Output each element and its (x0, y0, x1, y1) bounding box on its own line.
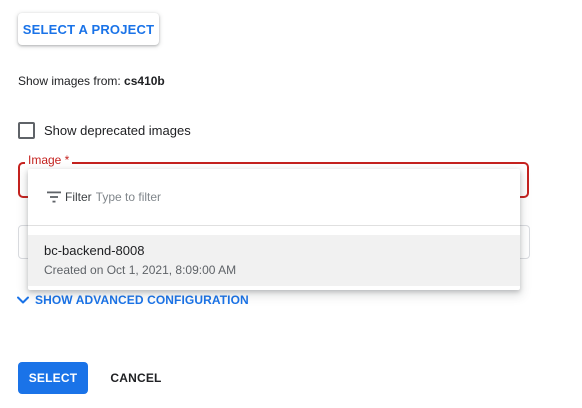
show-deprecated-label: Show deprecated images (44, 122, 191, 138)
image-option-name: bc-backend-8008 (44, 243, 145, 258)
cancel-button[interactable]: CANCEL (100, 362, 172, 394)
filter-input[interactable] (95, 190, 396, 204)
filter-label: Filter (65, 190, 92, 204)
image-field-label: Image * (25, 153, 73, 167)
image-source-prefix: Show images from: (18, 74, 125, 88)
image-source-text: Show images from: cs410b (18, 74, 165, 88)
show-advanced-configuration-label: SHOW ADVANCED CONFIGURATION (35, 293, 249, 307)
select-button[interactable]: SELECT (18, 362, 88, 394)
image-source-project: cs410b (124, 74, 165, 88)
select-project-button[interactable]: SELECT A PROJECT (18, 13, 159, 45)
filter-row: Filter (28, 169, 520, 226)
show-deprecated-checkbox-row[interactable]: Show deprecated images (18, 121, 191, 139)
image-option[interactable]: bc-backend-8008 Created on Oct 1, 2021, … (28, 235, 520, 286)
show-advanced-configuration-toggle[interactable]: SHOW ADVANCED CONFIGURATION (16, 292, 249, 308)
chevron-down-icon (17, 296, 29, 304)
show-deprecated-checkbox[interactable] (18, 121, 35, 139)
image-dropdown-panel: Filter bc-backend-8008 Created on Oct 1,… (28, 169, 520, 290)
image-option-created: Created on Oct 1, 2021, 8:09:00 AM (44, 263, 237, 277)
filter-icon (47, 191, 61, 203)
